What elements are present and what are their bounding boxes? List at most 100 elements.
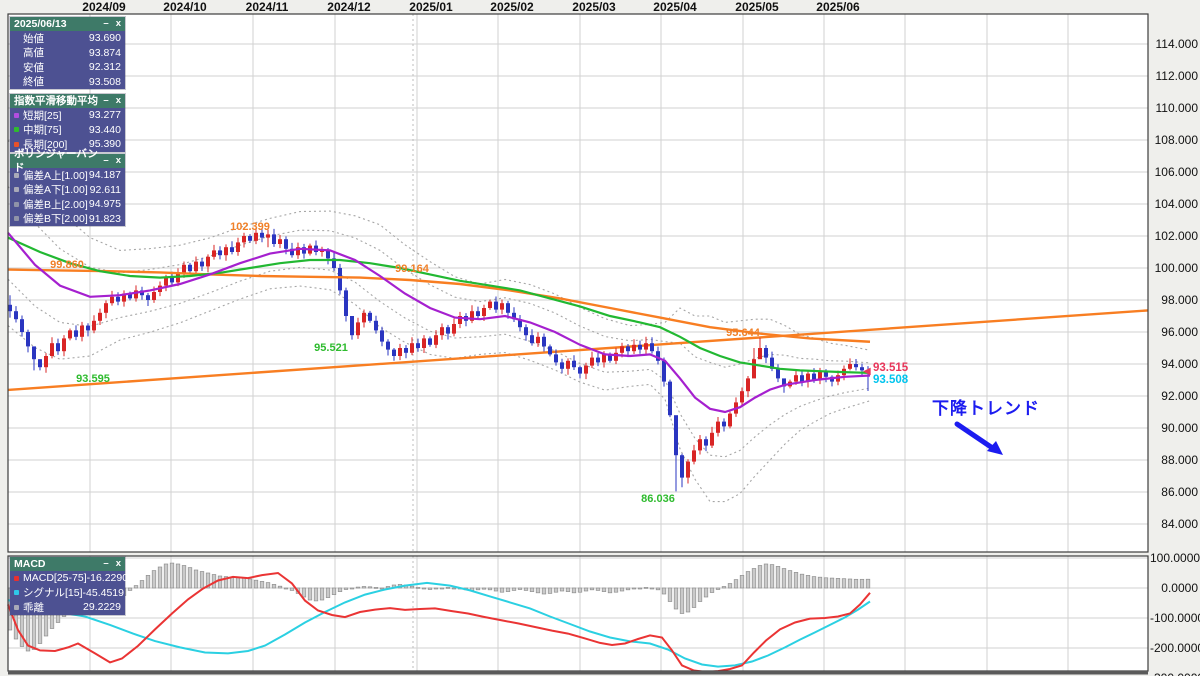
ema-short-row: 短期[25] 93.277 <box>10 108 125 123</box>
bollinger-panel-header: ボリンジャーバンド – x <box>10 148 125 174</box>
open-label: 始値 <box>23 32 44 45</box>
last-price-tag: 93.515 <box>873 362 909 374</box>
close-label: 終値 <box>23 76 44 89</box>
month-label: 2025/05 <box>735 0 779 14</box>
ohlc-panel-header: 2025/06/13 – x <box>10 17 125 31</box>
signal-color-dot <box>14 590 19 596</box>
price-axis-label: 88.000 <box>1161 453 1198 467</box>
close-icon[interactable]: x <box>116 94 121 108</box>
signal-label: シグナル[15] <box>23 587 83 600</box>
macd-panel-header: MACD – x <box>10 557 125 571</box>
ema-short-value: 93.277 <box>88 109 121 122</box>
bb-b-upper-value: 94.975 <box>88 198 121 211</box>
ema-long-color-dot <box>14 141 19 147</box>
price-axis-label: 110.000 <box>1155 101 1199 115</box>
macd-axis-label: 0.0000 <box>1161 581 1198 595</box>
ema-short-label: 短期[25] <box>23 109 62 122</box>
ema-info-panel[interactable]: 指数平滑移動平均 – x 短期[25] 93.277 中期[75] 93.440… <box>10 94 125 152</box>
month-label: 2024/11 <box>245 0 289 14</box>
macd-info-panel[interactable]: MACD – x MACD[25-75] -16.2290 シグナル[15] -… <box>10 557 129 615</box>
price-axis-label: 92.000 <box>1161 389 1198 403</box>
price-axis-label: 84.000 <box>1161 517 1198 531</box>
minimize-icon[interactable]: – <box>103 557 108 571</box>
price-axis-label: 106.000 <box>1154 165 1198 179</box>
month-label: 2024/12 <box>327 0 371 14</box>
bb-b-lower-label: 偏差B下[2.00] <box>23 213 88 226</box>
macd-color-dot <box>14 575 19 581</box>
low-row: 安値 92.312 <box>10 60 125 75</box>
price-axis-label: 86.000 <box>1161 485 1198 499</box>
month-label: 2024/10 <box>163 0 207 14</box>
price-axis-label: 104.000 <box>1154 197 1198 211</box>
divergence-color-dot <box>14 604 19 610</box>
bb-b-upper-label: 偏差B上[2.00] <box>23 198 88 211</box>
signal-value: -45.4519 <box>82 586 124 599</box>
macd-axis-label: -200.0000 <box>1150 641 1200 655</box>
close-value: 93.508 <box>88 75 121 88</box>
price-axis-label: 108.000 <box>1154 133 1198 147</box>
ema-mid-label: 中期[75] <box>23 124 62 137</box>
bb-a-upper-value: 94.187 <box>88 169 121 182</box>
bollinger-info-panel[interactable]: ボリンジャーバンド – x 偏差A上[1.00] 94.187 偏差A下[1.0… <box>10 148 125 227</box>
bb-b-upper-color-dot <box>14 201 19 207</box>
price-axis-label: 100.000 <box>1154 261 1198 275</box>
minimize-icon[interactable]: – <box>103 154 108 168</box>
macd-axis-label: -100.0000 <box>1150 611 1200 625</box>
close-icon[interactable]: x <box>116 154 121 168</box>
bb-a-upper-label: 偏差A上[1.00] <box>23 169 88 182</box>
close-icon[interactable]: x <box>116 557 121 571</box>
close-row: 終値 93.508 <box>10 75 125 90</box>
open-value: 93.690 <box>88 32 121 45</box>
bb-a-upper-row: 偏差A上[1.00] 94.187 <box>10 168 125 183</box>
ema-short-color-dot <box>14 112 19 118</box>
macd-panel-title: MACD <box>14 558 46 570</box>
divergence-label: 乖離 <box>23 601 44 614</box>
month-label: 2024/09 <box>82 0 126 14</box>
low-value: 92.312 <box>88 61 121 74</box>
trading-chart-app: 2024/09 2024/10 2024/11 2024/12 2025/01 2025/… <box>0 0 1200 676</box>
macd-value: -16.2290 <box>86 572 129 585</box>
macd-label: MACD[25-75] <box>23 572 87 585</box>
price-axis-label: 114.000 <box>1155 37 1199 51</box>
bb-b-lower-value: 91.823 <box>88 212 121 225</box>
ema-panel-header: 指数平滑移動平均 – x <box>10 94 125 108</box>
swing-price-annotation: 93.595 <box>76 373 110 385</box>
month-label: 2025/06 <box>816 0 860 14</box>
close-icon[interactable]: x <box>116 17 121 31</box>
signal-row: シグナル[15] -45.4519 <box>10 586 125 601</box>
month-label: 2025/02 <box>490 0 534 14</box>
bb-b-lower-row: 偏差B下[2.00] 91.823 <box>10 212 125 227</box>
macd-row: MACD[25-75] -16.2290 <box>10 571 129 586</box>
secondary-price-tag: 93.508 <box>873 374 909 386</box>
divergence-value: 29.2229 <box>83 601 121 614</box>
bb-a-lower-label: 偏差A下[1.00] <box>23 184 88 197</box>
swing-price-annotation: 99.164 <box>395 263 429 275</box>
month-label: 2025/03 <box>572 0 616 14</box>
ohlc-panel-title: 2025/06/13 <box>14 18 67 30</box>
price-axis-label: 94.000 <box>1161 357 1198 371</box>
open-row: 始値 93.690 <box>10 31 125 46</box>
macd-axis-label: -300.0000 <box>1150 671 1200 676</box>
ema-panel-title: 指数平滑移動平均 <box>14 95 98 107</box>
month-label: 2025/01 <box>409 0 453 14</box>
month-label: 2025/04 <box>653 0 697 14</box>
price-axis-label: 90.000 <box>1161 421 1198 435</box>
low-label: 安値 <box>23 61 44 74</box>
high-row: 高値 93.874 <box>10 46 125 61</box>
minimize-icon[interactable]: – <box>103 94 108 108</box>
bb-b-upper-row: 偏差B上[2.00] 94.975 <box>10 197 125 212</box>
ohlc-info-panel[interactable]: 2025/06/13 – x 始値 93.690 高値 93.874 安値 92… <box>10 17 125 89</box>
swing-price-annotation: 86.036 <box>641 493 675 505</box>
chart-canvas <box>7 13 1149 675</box>
price-axis-label: 96.000 <box>1161 325 1198 339</box>
minimize-icon[interactable]: – <box>103 17 108 31</box>
price-axis-label: 102.000 <box>1154 229 1198 243</box>
bb-a-upper-color-dot <box>14 172 19 178</box>
divergence-row: 乖離 29.2229 <box>10 600 125 615</box>
bb-b-lower-color-dot <box>14 216 19 222</box>
high-value: 93.874 <box>88 46 121 59</box>
swing-price-annotation: 95.521 <box>314 342 348 354</box>
swing-price-annotation: 102.399 <box>230 221 270 233</box>
bb-a-lower-value: 92.611 <box>89 183 121 196</box>
ema-mid-value: 93.440 <box>88 123 121 136</box>
